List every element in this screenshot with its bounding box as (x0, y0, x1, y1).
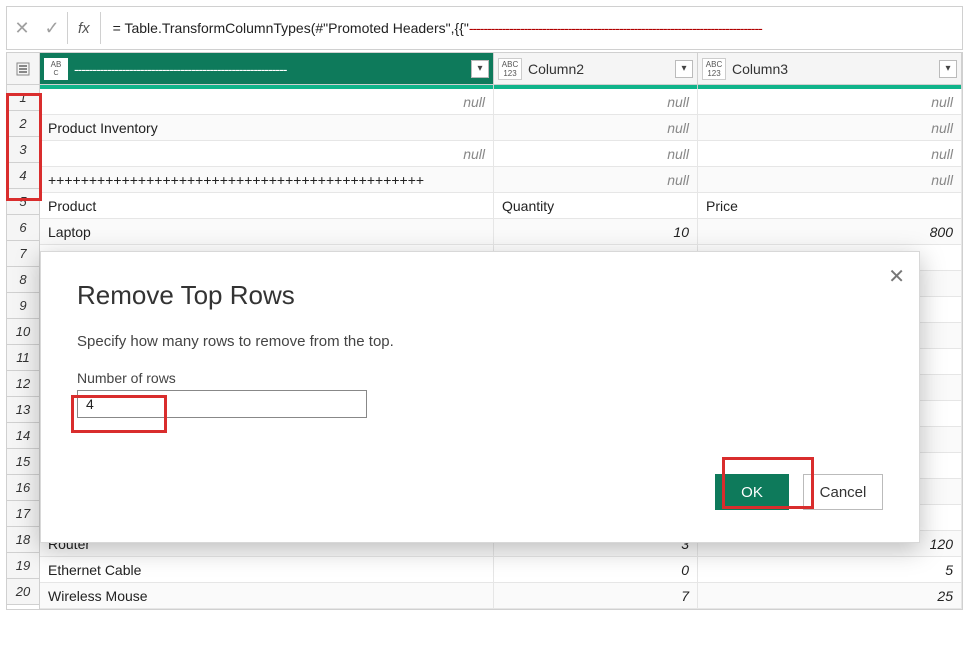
cell[interactable]: 800 (698, 219, 962, 244)
remove-top-rows-dialog: ✕ Remove Top Rows Specify how many rows … (40, 251, 920, 543)
dialog-subtitle: Specify how many rows to remove from the… (77, 333, 883, 350)
column-label: Column3 (732, 61, 788, 77)
row-number[interactable]: 3 (7, 137, 39, 163)
dialog-title: Remove Top Rows (77, 280, 883, 311)
row-number[interactable]: 14 (7, 423, 39, 449)
cell[interactable]: Product (40, 193, 494, 218)
table-row[interactable]: nullnullnull (40, 89, 962, 115)
row-number[interactable]: 8 (7, 267, 39, 293)
close-icon[interactable]: ✕ (888, 264, 905, 289)
cell[interactable]: null (698, 89, 962, 114)
accept-formula-icon[interactable]: ✓ (37, 13, 67, 43)
table-row[interactable]: Laptop10800 (40, 219, 962, 245)
number-of-rows-input[interactable] (77, 390, 367, 418)
row-number[interactable]: 11 (7, 345, 39, 371)
row-number[interactable]: 10 (7, 319, 39, 345)
row-number[interactable]: 18 (7, 527, 39, 553)
cell[interactable]: 10 (494, 219, 698, 244)
cancel-button[interactable]: Cancel (803, 474, 883, 510)
cell[interactable]: null (494, 115, 698, 140)
fx-label[interactable]: fx (68, 20, 100, 37)
row-number[interactable]: 2 (7, 111, 39, 137)
table-row[interactable]: Wireless Mouse725 (40, 583, 962, 609)
row-number-gutter: 1234567891011121314151617181920 (7, 53, 40, 609)
table-row[interactable]: ++++++++++++++++++++++++++++++++++++++++… (40, 167, 962, 193)
row-number[interactable]: 12 (7, 371, 39, 397)
formula-bar: ✕ ✓ fx = Table.TransformColumnTypes(#"Pr… (6, 6, 963, 50)
formula-prefix: = Table.TransformColumnTypes(#"Promoted … (113, 20, 469, 36)
type-icon[interactable]: ABC (44, 58, 68, 80)
cell[interactable]: null (40, 89, 494, 114)
cell[interactable]: 25 (698, 583, 962, 608)
row-number[interactable]: 13 (7, 397, 39, 423)
row-number[interactable]: 17 (7, 501, 39, 527)
filter-dropdown-icon[interactable]: ▾ (471, 60, 489, 78)
column-label: ----------------------------------------… (74, 61, 286, 77)
row-number[interactable]: 19 (7, 553, 39, 579)
cell[interactable]: null (40, 141, 494, 166)
row-number[interactable]: 7 (7, 241, 39, 267)
cell[interactable]: ++++++++++++++++++++++++++++++++++++++++… (40, 167, 494, 192)
table-row[interactable]: Ethernet Cable05 (40, 557, 962, 583)
cell[interactable]: 0 (494, 557, 698, 582)
row-number[interactable]: 6 (7, 215, 39, 241)
cell[interactable]: Price (698, 193, 962, 218)
table-row[interactable]: Product Inventorynullnull (40, 115, 962, 141)
ok-button[interactable]: OK (715, 474, 789, 510)
cell[interactable]: Product Inventory (40, 115, 494, 140)
cell[interactable]: Quantity (494, 193, 698, 218)
cell[interactable]: null (698, 141, 962, 166)
cell[interactable]: 7 (494, 583, 698, 608)
cell[interactable]: Wireless Mouse (40, 583, 494, 608)
field-label: Number of rows (77, 370, 883, 386)
row-number[interactable]: 1 (7, 85, 39, 111)
cell[interactable]: null (698, 115, 962, 140)
formula-continuation: ----------------------------------------… (469, 20, 762, 36)
dialog-buttons: OK Cancel (77, 474, 883, 510)
row-number[interactable]: 4 (7, 163, 39, 189)
cell[interactable]: null (494, 141, 698, 166)
cancel-formula-icon[interactable]: ✕ (7, 13, 37, 43)
row-number[interactable]: 20 (7, 579, 39, 605)
type-icon[interactable]: ABC123 (498, 58, 522, 80)
row-number[interactable]: 16 (7, 475, 39, 501)
cell[interactable]: 5 (698, 557, 962, 582)
type-icon[interactable]: ABC123 (702, 58, 726, 80)
column-header-row: ABC ------------------------------------… (40, 53, 962, 85)
column-header-1[interactable]: ABC ------------------------------------… (40, 53, 494, 84)
cell[interactable]: null (494, 89, 698, 114)
filter-dropdown-icon[interactable]: ▾ (939, 60, 957, 78)
row-number[interactable]: 9 (7, 293, 39, 319)
column-label: Column2 (528, 61, 584, 77)
column-header-3[interactable]: ABC123 Column3 ▾ (698, 53, 962, 84)
row-number[interactable]: 5 (7, 189, 39, 215)
table-row[interactable]: ProductQuantityPrice (40, 193, 962, 219)
filter-dropdown-icon[interactable]: ▾ (675, 60, 693, 78)
select-all-corner[interactable] (7, 53, 39, 85)
table-row[interactable]: nullnullnull (40, 141, 962, 167)
column-header-2[interactable]: ABC123 Column2 ▾ (494, 53, 698, 84)
cell[interactable]: Laptop (40, 219, 494, 244)
cell[interactable]: Ethernet Cable (40, 557, 494, 582)
row-number[interactable]: 15 (7, 449, 39, 475)
cell[interactable]: null (494, 167, 698, 192)
formula-input[interactable]: = Table.TransformColumnTypes(#"Promoted … (101, 20, 762, 36)
cell[interactable]: null (698, 167, 962, 192)
